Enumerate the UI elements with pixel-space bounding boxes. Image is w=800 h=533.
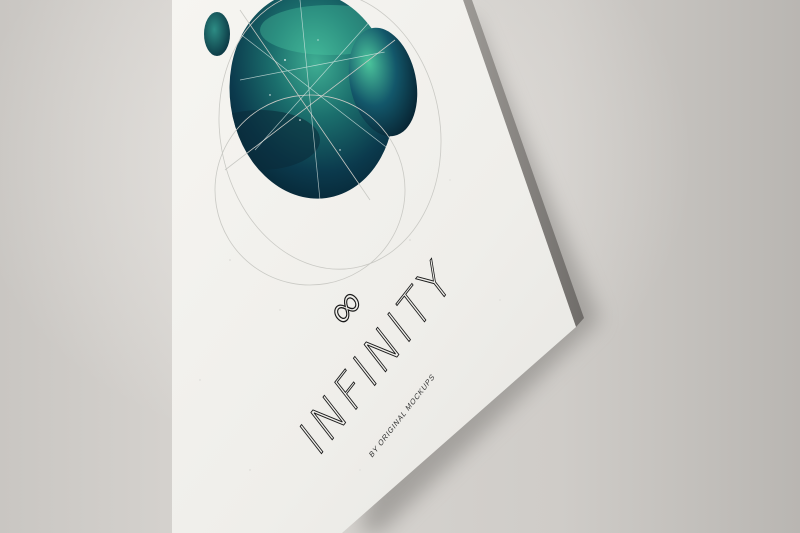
poster-mockup: ∞ INFINITY BY ORIGINAL MOCKUPS [172,0,600,533]
planet-small [204,12,230,56]
mockup-scene: ∞ INFINITY BY ORIGINAL MOCKUPS [0,0,800,533]
